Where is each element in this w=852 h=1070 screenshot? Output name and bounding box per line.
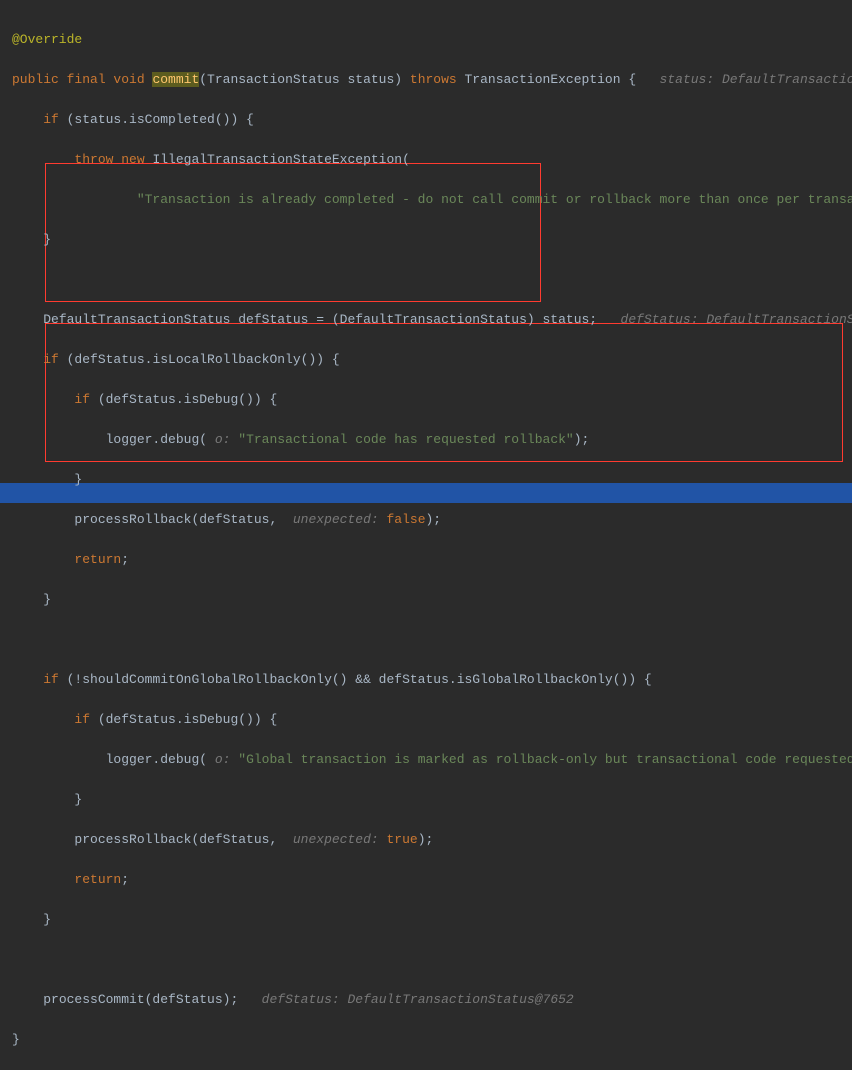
code-line[interactable]: if (status.isCompleted()) {: [12, 110, 852, 130]
keyword: if: [74, 392, 97, 407]
code-text: processRollback(defStatus,: [74, 832, 285, 847]
code-text: DefaultTransactionStatus defStatus = (De…: [43, 312, 597, 327]
keyword: return: [74, 552, 121, 567]
annotation: @Override: [12, 32, 82, 47]
boolean: false: [386, 512, 425, 527]
code-text: IllegalTransactionStateException(: [152, 152, 409, 167]
code-line[interactable]: }: [12, 910, 852, 930]
code-text: (status.isCompleted()) {: [67, 112, 254, 127]
code-text: logger.debug(: [106, 432, 207, 447]
code-line[interactable]: }: [12, 590, 852, 610]
keyword: throws: [410, 72, 465, 87]
code-line[interactable]: public final void commit(TransactionStat…: [12, 70, 852, 90]
code-text: processCommit(defStatus);: [43, 992, 238, 1007]
inlay-hint: defStatus: DefaultTransactionStatus@7652: [238, 992, 573, 1007]
code-text: );: [574, 432, 590, 447]
param-hint: o:: [207, 752, 238, 767]
code-line[interactable]: logger.debug( o: "Global transaction is …: [12, 750, 852, 770]
code-text: );: [426, 512, 442, 527]
keyword: if: [43, 352, 66, 367]
code-line[interactable]: DefaultTransactionStatus defStatus = (De…: [12, 310, 852, 330]
code-line[interactable]: if (defStatus.isDebug()) {: [12, 710, 852, 730]
code-line[interactable]: if (defStatus.isDebug()) {: [12, 390, 852, 410]
method-name: commit: [152, 72, 199, 87]
code-text: processRollback(defStatus,: [74, 512, 285, 527]
code-text: }: [12, 1032, 20, 1047]
code-line[interactable]: }: [12, 1030, 852, 1050]
string-literal: "Transaction is already completed - do n…: [137, 192, 852, 207]
code-text: (!shouldCommitOnGlobalRollbackOnly() && …: [67, 672, 652, 687]
code-text: ;: [121, 872, 129, 887]
code-area[interactable]: @Override public final void commit(Trans…: [0, 0, 852, 1070]
code-line[interactable]: if (!shouldCommitOnGlobalRollbackOnly() …: [12, 670, 852, 690]
param-hint: unexpected:: [285, 832, 386, 847]
code-text: }: [43, 912, 51, 927]
param-hint: o:: [207, 432, 238, 447]
code-line-current[interactable]: processCommit(defStatus); defStatus: Def…: [12, 990, 852, 1010]
code-text: }: [74, 472, 82, 487]
code-text: (TransactionStatus status): [199, 72, 410, 87]
string-literal: "Transactional code has requested rollba…: [238, 432, 573, 447]
code-line[interactable]: [12, 950, 852, 970]
editor-root: @Override public final void commit(Trans…: [0, 0, 852, 537]
code-text: ;: [121, 552, 129, 567]
keyword: if: [74, 712, 97, 727]
code-line[interactable]: return;: [12, 870, 852, 890]
code-text: );: [418, 832, 434, 847]
code-line[interactable]: if (defStatus.isLocalRollbackOnly()) {: [12, 350, 852, 370]
keyword: return: [74, 872, 121, 887]
code-text: logger.debug(: [106, 752, 207, 767]
code-line[interactable]: processRollback(defStatus, unexpected: t…: [12, 830, 852, 850]
code-text: (defStatus.isDebug()) {: [98, 392, 277, 407]
code-line[interactable]: [12, 270, 852, 290]
code-text: (defStatus.isDebug()) {: [98, 712, 277, 727]
code-line[interactable]: }: [12, 470, 852, 490]
code-line[interactable]: logger.debug( o: "Transactional code has…: [12, 430, 852, 450]
code-text: }: [43, 592, 51, 607]
keywords: public final void: [12, 72, 152, 87]
code-line[interactable]: }: [12, 230, 852, 250]
code-line[interactable]: "Transaction is already completed - do n…: [12, 190, 852, 210]
code-line[interactable]: throw new IllegalTransactionStateExcepti…: [12, 150, 852, 170]
code-text: (defStatus.isLocalRollbackOnly()) {: [67, 352, 340, 367]
keyword: if: [43, 112, 66, 127]
boolean: true: [386, 832, 417, 847]
keyword: throw new: [74, 152, 152, 167]
param-hint: unexpected:: [285, 512, 386, 527]
code-line[interactable]: @Override: [12, 30, 852, 50]
code-text: TransactionException {: [465, 72, 637, 87]
keyword: if: [43, 672, 66, 687]
code-text: }: [74, 792, 82, 807]
code-line[interactable]: return;: [12, 550, 852, 570]
code-line[interactable]: [12, 630, 852, 650]
code-line[interactable]: }: [12, 790, 852, 810]
inlay-hint: status: DefaultTransactionStatus@7652: [636, 72, 852, 87]
code-line[interactable]: processRollback(defStatus, unexpected: f…: [12, 510, 852, 530]
code-text: }: [43, 232, 51, 247]
string-literal: "Global transaction is marked as rollbac…: [238, 752, 852, 767]
inlay-hint: defStatus: DefaultTransactionStatus@7652: [597, 312, 852, 327]
